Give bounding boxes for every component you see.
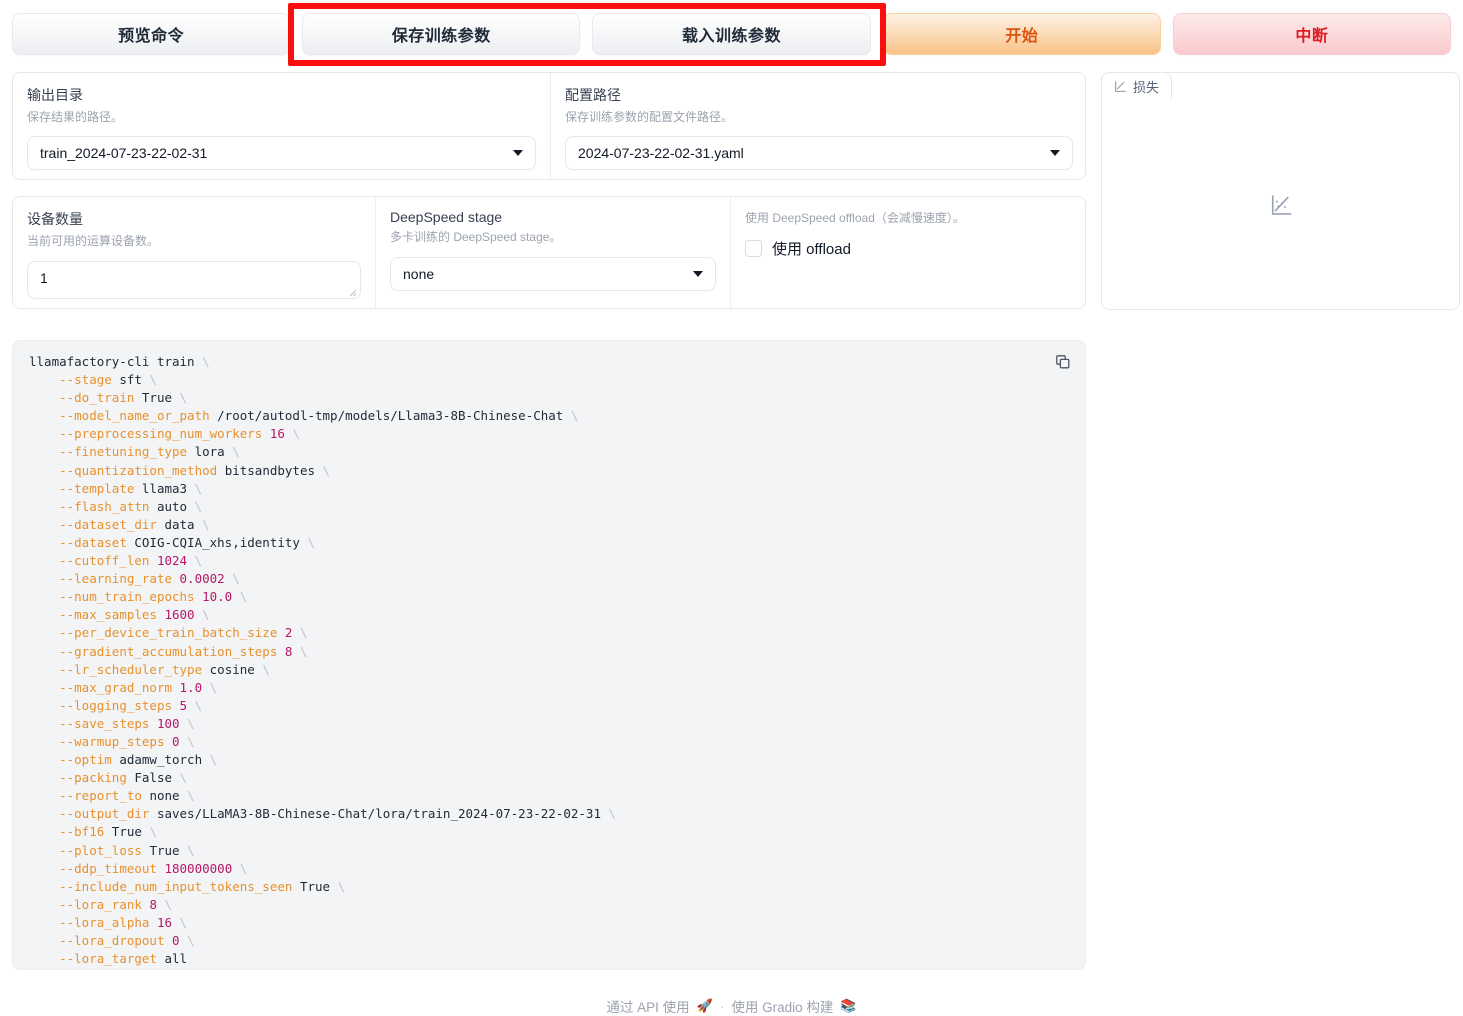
- preview-command-label: 预览命令: [118, 28, 185, 45]
- config-path-value: 2024-07-23-22-02-31.yaml: [578, 145, 744, 161]
- offload-checkbox-label: 使用 offload: [772, 241, 851, 258]
- chevron-down-icon: [693, 271, 703, 277]
- deepspeed-stage-group: DeepSpeed stage 多卡训练的 DeepSpeed stage。 n…: [375, 197, 730, 310]
- start-button[interactable]: 开始: [882, 13, 1161, 55]
- save-train-args-label: 保存训练参数: [391, 28, 491, 45]
- deepspeed-stage-value: none: [403, 266, 435, 282]
- device-count-value: 1: [40, 270, 48, 286]
- chevron-down-icon: [1050, 150, 1060, 156]
- output-dir-dropdown[interactable]: train_2024-07-23-22-02-31: [27, 136, 536, 170]
- load-train-args-button[interactable]: 载入训练参数: [592, 13, 871, 55]
- config-path-dropdown[interactable]: 2024-07-23-22-02-31.yaml: [565, 136, 1073, 170]
- device-count-group: 设备数量 当前可用的运算设备数。 1: [13, 197, 375, 310]
- books-icon: 📚: [840, 998, 857, 1013]
- offload-info: 使用 DeepSpeed offload（会减慢速度）。: [745, 211, 965, 225]
- footer: 通过 API 使用 🚀 · 使用 Gradio 构建 📚: [0, 996, 1463, 1016]
- offload-checkbox[interactable]: [745, 240, 762, 257]
- output-dir-info: 保存结果的路径。: [27, 110, 124, 124]
- config-path-group: 配置路径 保存训练参数的配置文件路径。 2024-07-23-22-02-31.…: [550, 73, 1087, 181]
- deepspeed-stage-dropdown[interactable]: none: [390, 257, 716, 291]
- output-dir-value: train_2024-07-23-22-02-31: [40, 145, 208, 161]
- deepspeed-stage-info: 多卡训练的 DeepSpeed stage。: [390, 230, 562, 244]
- load-train-args-label: 载入训练参数: [682, 28, 782, 45]
- output-dir-label: 输出目录: [27, 87, 83, 103]
- app-root: 预览命令 保存训练参数 载入训练参数 开始 中断 输出目录 保存结果的路径。 t…: [0, 0, 1463, 1016]
- chevron-down-icon: [513, 150, 523, 156]
- config-path-info: 保存训练参数的配置文件路径。: [565, 110, 734, 124]
- loss-plot-panel: 损失: [1101, 72, 1460, 310]
- config-path-label: 配置路径: [565, 87, 621, 103]
- device-count-input[interactable]: 1: [27, 261, 361, 299]
- start-label: 开始: [1005, 28, 1039, 45]
- line-chart-icon: [1114, 80, 1127, 93]
- abort-button[interactable]: 中断: [1172, 13, 1452, 55]
- abort-label: 中断: [1295, 28, 1329, 45]
- deepspeed-stage-label: DeepSpeed stage: [390, 209, 503, 225]
- paths-panel: 输出目录 保存结果的路径。 train_2024-07-23-22-02-31 …: [12, 72, 1087, 181]
- device-count-label: 设备数量: [27, 211, 83, 227]
- action-toolbar: 预览命令 保存训练参数 载入训练参数 开始 中断: [0, 0, 1463, 68]
- command-text: llamafactory-cli train \ --stage sft \ -…: [29, 354, 617, 967]
- preview-command-button[interactable]: 预览命令: [12, 13, 291, 55]
- use-via-api-link[interactable]: 通过 API 使用: [606, 996, 689, 1016]
- tab-loss[interactable]: 损失: [1101, 72, 1173, 100]
- offload-group: 使用 DeepSpeed offload（会减慢速度）。 使用 offload: [730, 197, 1087, 310]
- built-with-gradio-link[interactable]: 使用 Gradio 构建: [731, 996, 833, 1016]
- device-count-info: 当前可用的运算设备数。: [27, 234, 160, 248]
- output-dir-group: 输出目录 保存结果的路径。 train_2024-07-23-22-02-31: [13, 73, 550, 181]
- tab-loss-label: 损失: [1133, 79, 1160, 95]
- command-preview-block: llamafactory-cli train \ --stage sft \ -…: [12, 340, 1086, 970]
- deepspeed-panel: 设备数量 当前可用的运算设备数。 1 DeepSpeed stage 多卡训练的…: [12, 196, 1087, 310]
- loss-plot-placeholder: [1102, 101, 1459, 309]
- line-chart-icon: [1270, 194, 1292, 216]
- copy-icon[interactable]: [1055, 354, 1071, 375]
- resize-handle-icon[interactable]: [345, 284, 357, 297]
- save-train-args-button[interactable]: 保存训练参数: [302, 13, 581, 55]
- rocket-icon: 🚀: [696, 998, 713, 1013]
- footer-separator: ·: [719, 998, 725, 1014]
- offload-checkbox-row[interactable]: 使用 offload: [745, 238, 1073, 259]
